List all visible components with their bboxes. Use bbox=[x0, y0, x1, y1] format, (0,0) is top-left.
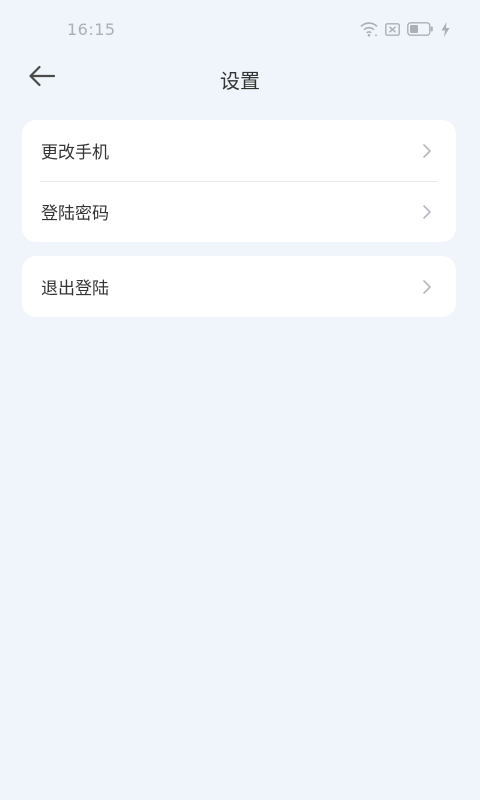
sim-blocked-icon bbox=[385, 22, 400, 36]
chevron-right-icon bbox=[422, 279, 432, 295]
login-password-item[interactable]: 登陆密码 bbox=[22, 181, 456, 242]
status-bar: 16:15 bbox=[0, 0, 480, 58]
settings-group-account: 更改手机 登陆密码 bbox=[22, 120, 456, 242]
charging-bolt-icon bbox=[441, 21, 450, 37]
logout-label: 退出登陆 bbox=[41, 279, 109, 299]
logout-item[interactable]: 退出登陆 bbox=[22, 256, 456, 317]
nav-bar: 设置 bbox=[0, 58, 480, 98]
status-icons bbox=[360, 20, 450, 38]
status-time: 16:15 bbox=[67, 20, 116, 39]
change-phone-label: 更改手机 bbox=[41, 143, 109, 163]
change-phone-item[interactable]: 更改手机 bbox=[22, 120, 456, 181]
battery-icon bbox=[407, 22, 434, 36]
chevron-right-icon bbox=[422, 204, 432, 220]
login-password-label: 登陆密码 bbox=[41, 204, 109, 224]
wifi-icon bbox=[360, 21, 378, 37]
settings-group-session: 退出登陆 bbox=[22, 256, 456, 317]
page-title: 设置 bbox=[220, 69, 260, 93]
chevron-right-icon bbox=[422, 143, 432, 159]
